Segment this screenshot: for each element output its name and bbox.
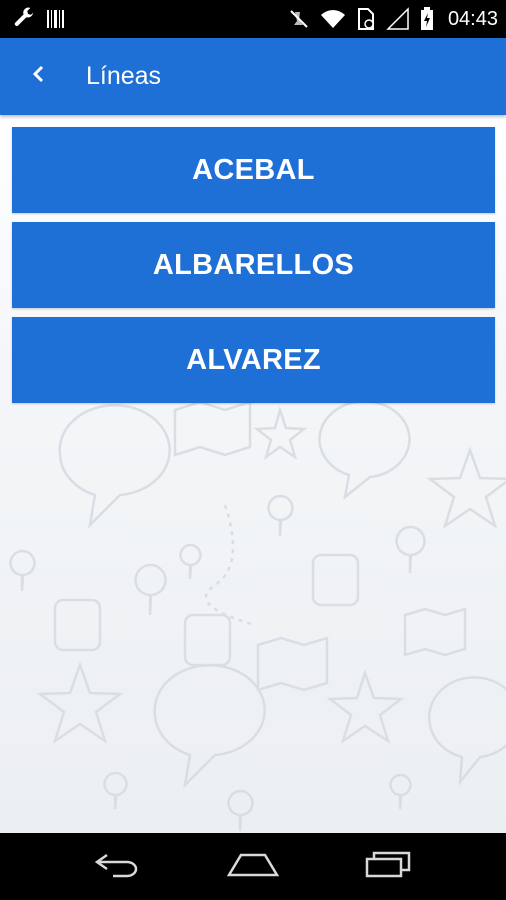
line-item-acebal[interactable]: ACEBAL — [12, 127, 495, 213]
line-label: ALBARELLOS — [152, 248, 355, 281]
barcode-icon — [46, 7, 66, 31]
line-item-albarellos[interactable]: ALBARELLOS — [12, 222, 495, 308]
nav-home-button[interactable] — [213, 833, 293, 900]
lines-list: ACEBAL ALBARELLOS ALVAREZ — [12, 127, 495, 412]
navigation-bar — [0, 833, 506, 900]
home-icon — [226, 849, 280, 884]
status-bar: 04:43 — [0, 0, 506, 38]
battery-icon — [420, 7, 434, 31]
line-label: ALVAREZ — [186, 343, 321, 376]
content-area: ACEBAL ALBARELLOS ALVAREZ — [0, 115, 506, 833]
chevron-left-icon — [31, 64, 47, 89]
mute-icon — [288, 7, 310, 31]
page-title: Líneas — [86, 62, 162, 90]
nav-back-button[interactable] — [78, 833, 158, 900]
app-bar: Líneas — [0, 38, 506, 115]
signal-icon — [386, 7, 410, 31]
back-icon — [93, 849, 143, 884]
status-bar-right: 04:43 — [288, 7, 498, 31]
nav-recents-button[interactable] — [348, 833, 428, 900]
wrench-icon — [12, 7, 36, 31]
recents-icon — [363, 849, 413, 884]
line-label: ACEBAL — [192, 153, 315, 186]
status-bar-left — [12, 7, 66, 31]
back-button[interactable] — [14, 38, 64, 115]
wifi-icon — [320, 7, 346, 31]
sim-icon — [356, 7, 376, 31]
status-time: 04:43 — [447, 7, 498, 30]
line-item-alvarez[interactable]: ALVAREZ — [12, 317, 495, 403]
